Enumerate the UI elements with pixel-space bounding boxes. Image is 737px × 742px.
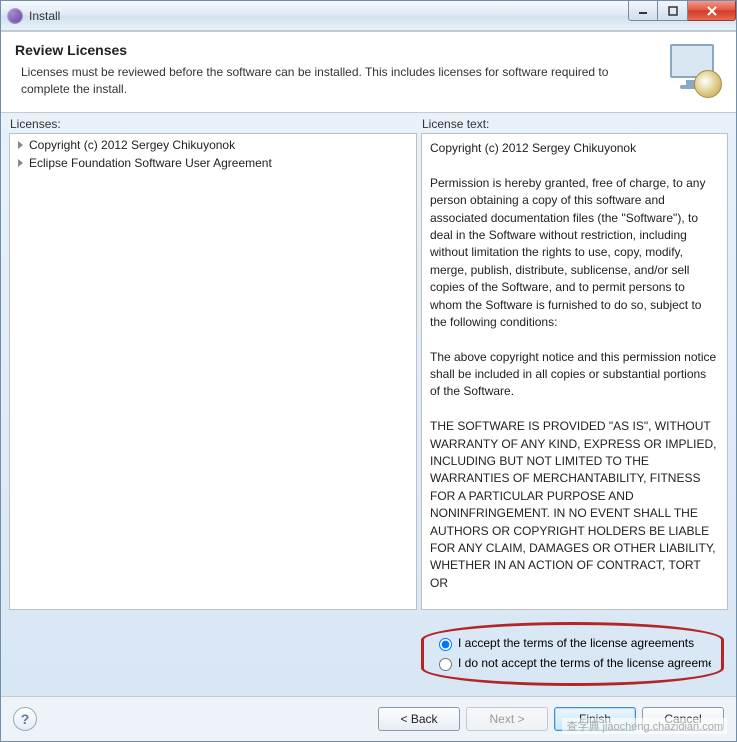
minimize-icon — [638, 6, 648, 16]
reject-radio[interactable] — [439, 658, 452, 671]
licenses-label: Licenses: — [9, 117, 417, 131]
wizard-header: Review Licenses Licenses must be reviewe… — [1, 31, 736, 113]
close-icon — [706, 5, 718, 17]
page-description: Licenses must be reviewed before the sof… — [15, 64, 658, 98]
reject-radio-label: I do not accept the terms of the license… — [458, 656, 711, 670]
back-button[interactable]: < Back — [378, 707, 460, 731]
install-window: Install Review Licenses Licenses must be… — [0, 0, 737, 742]
button-bar: ? < Back Next > Finish Cancel — [1, 696, 736, 741]
titlebar[interactable]: Install — [1, 1, 736, 31]
maximize-icon — [668, 6, 678, 16]
license-text-box[interactable]: Copyright (c) 2012 Sergey Chikuyonok Per… — [421, 133, 728, 610]
license-item[interactable]: Copyright (c) 2012 Sergey Chikuyonok — [10, 136, 416, 154]
license-item[interactable]: Eclipse Foundation Software User Agreeme… — [10, 154, 416, 172]
page-title: Review Licenses — [15, 42, 658, 58]
content-area: Licenses: Copyright (c) 2012 Sergey Chik… — [1, 113, 736, 696]
license-item-label: Eclipse Foundation Software User Agreeme… — [29, 156, 272, 170]
license-text-label: License text: — [421, 117, 728, 131]
window-controls — [628, 1, 736, 21]
accept-radio[interactable] — [439, 638, 452, 651]
accept-panel: I accept the terms of the license agreem… — [9, 616, 728, 692]
finish-button[interactable]: Finish — [554, 707, 636, 731]
disclosure-icon[interactable] — [18, 159, 23, 167]
accept-radio-group: I accept the terms of the license agreem… — [421, 622, 724, 686]
cancel-button[interactable]: Cancel — [642, 707, 724, 731]
accept-radio-row[interactable]: I accept the terms of the license agreem… — [434, 633, 711, 653]
help-button[interactable]: ? — [13, 707, 37, 731]
close-button[interactable] — [688, 1, 736, 21]
minimize-button[interactable] — [628, 1, 658, 21]
licenses-tree[interactable]: Copyright (c) 2012 Sergey Chikuyonok Ecl… — [9, 133, 417, 610]
maximize-button[interactable] — [658, 1, 688, 21]
reject-radio-row[interactable]: I do not accept the terms of the license… — [434, 653, 711, 673]
eclipse-icon — [7, 8, 23, 24]
window-title: Install — [29, 9, 60, 23]
license-item-label: Copyright (c) 2012 Sergey Chikuyonok — [29, 138, 235, 152]
license-text-content: Copyright (c) 2012 Sergey Chikuyonok Per… — [422, 136, 727, 596]
install-icon — [666, 42, 722, 98]
help-icon: ? — [21, 711, 30, 727]
next-button: Next > — [466, 707, 548, 731]
accept-radio-label: I accept the terms of the license agreem… — [458, 636, 694, 650]
disclosure-icon[interactable] — [18, 141, 23, 149]
